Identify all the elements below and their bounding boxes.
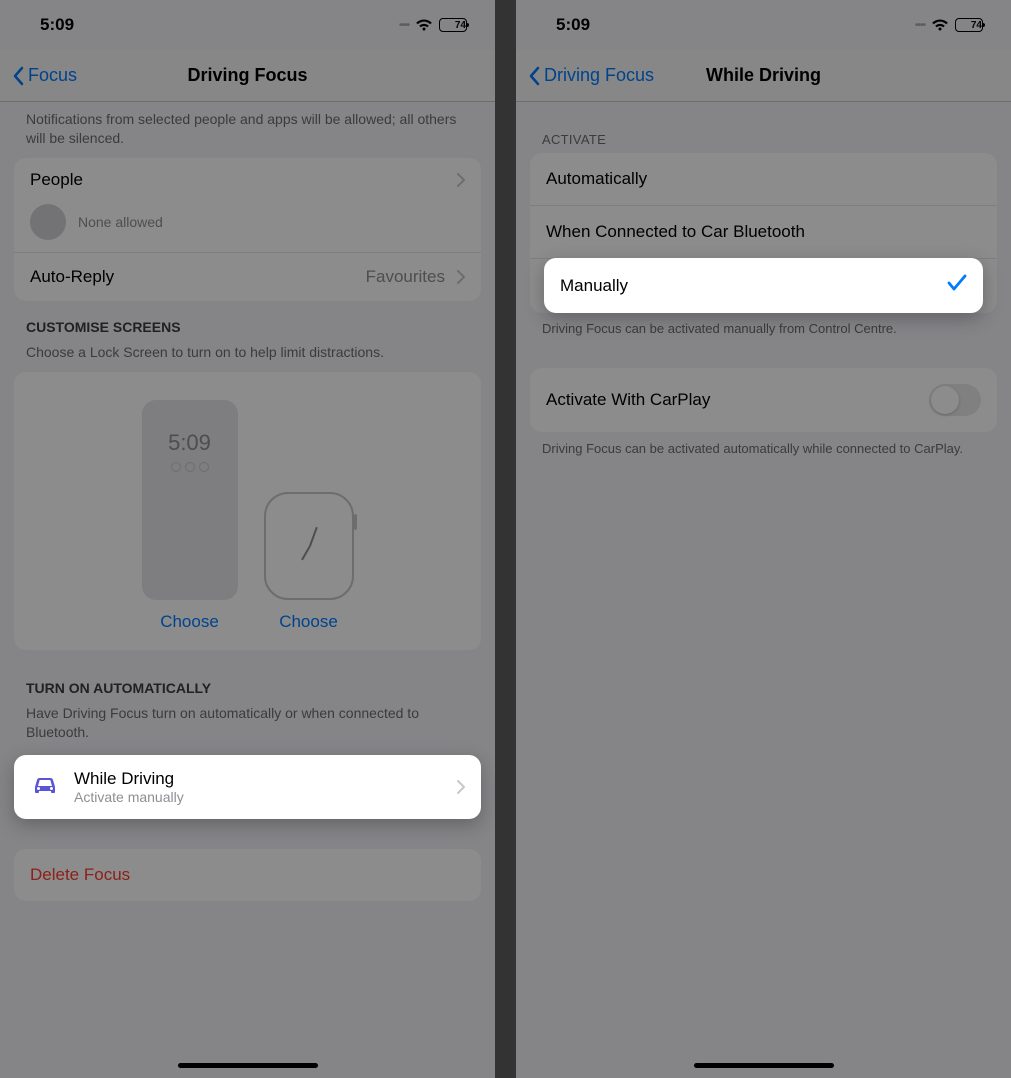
- nav-bar: Focus Driving Focus: [0, 50, 495, 102]
- option-car-bluetooth-label: When Connected to Car Bluetooth: [546, 222, 981, 242]
- activate-header: ACTIVATE: [516, 102, 1011, 153]
- nav-bar: Driving Focus While Driving: [516, 50, 1011, 102]
- wifi-icon: [931, 18, 949, 32]
- battery-icon: 74: [439, 18, 467, 32]
- carplay-label: Activate With CarPlay: [546, 390, 929, 410]
- status-time: 5:09: [556, 15, 590, 35]
- car-icon: [30, 774, 60, 801]
- customise-screens-header: CUSTOMISE SCREENS: [0, 301, 495, 341]
- customise-screens-desc: Choose a Lock Screen to turn on to help …: [0, 341, 495, 372]
- home-indicator[interactable]: [694, 1063, 834, 1068]
- chevron-right-icon: [457, 173, 465, 187]
- lock-preview-dots: [171, 462, 209, 472]
- option-car-bluetooth[interactable]: When Connected to Car Bluetooth: [530, 206, 997, 259]
- chevron-right-icon: [457, 780, 465, 794]
- option-manually[interactable]: Manually: [544, 258, 983, 313]
- page-title: While Driving: [706, 65, 821, 86]
- back-button[interactable]: Focus: [0, 65, 77, 86]
- activate-group: Automatically When Connected to Car Blue…: [530, 153, 997, 313]
- choose-lock-button[interactable]: Choose: [160, 612, 219, 632]
- status-time: 5:09: [40, 15, 74, 35]
- back-label: Driving Focus: [544, 65, 654, 86]
- chevron-left-icon: [528, 66, 540, 86]
- none-allowed-text: None allowed: [78, 214, 163, 230]
- carplay-group: Activate With CarPlay: [530, 368, 997, 432]
- watch-preview[interactable]: [264, 492, 354, 600]
- battery-icon: 74: [955, 18, 983, 32]
- while-driving-title: While Driving: [74, 769, 443, 789]
- back-button[interactable]: Driving Focus: [516, 65, 654, 86]
- activate-footer: Driving Focus can be activated manually …: [516, 312, 1011, 346]
- allowed-group: People None allowed Auto-Reply Favourite…: [14, 158, 481, 301]
- screens-group: 5:09 Choose Choose: [14, 372, 481, 650]
- page-title: Driving Focus: [187, 65, 307, 86]
- cellular-dots-icon: ••••: [399, 20, 409, 31]
- wifi-icon: [415, 18, 433, 32]
- auto-desc: Have Driving Focus turn on automatically…: [0, 702, 495, 756]
- chevron-right-icon: [457, 270, 465, 284]
- chevron-left-icon: [12, 66, 24, 86]
- option-automatically[interactable]: Automatically: [530, 153, 997, 206]
- choose-watch-button[interactable]: Choose: [279, 612, 338, 632]
- phone-right-while-driving: 5:09 •••• 74 Driving Focus While Driving…: [516, 0, 1011, 1078]
- auto-header: TURN ON AUTOMATICALLY: [0, 650, 495, 702]
- carplay-footer: Driving Focus can be activated automatic…: [516, 432, 1011, 466]
- status-bar: 5:09 •••• 74: [0, 0, 495, 50]
- auto-reply-row[interactable]: Auto-Reply Favourites: [14, 253, 481, 301]
- auto-reply-label: Auto-Reply: [30, 267, 354, 287]
- avatar-placeholder: [30, 204, 66, 240]
- cellular-dots-icon: ••••: [915, 20, 925, 31]
- option-automatically-label: Automatically: [546, 169, 981, 189]
- home-indicator[interactable]: [178, 1063, 318, 1068]
- auto-reply-value: Favourites: [366, 267, 445, 287]
- checkmark-icon: [947, 274, 967, 297]
- back-label: Focus: [28, 65, 77, 86]
- lock-preview-time: 5:09: [168, 430, 211, 456]
- lock-screen-column: 5:09 Choose: [142, 400, 238, 632]
- carplay-row[interactable]: Activate With CarPlay: [530, 368, 997, 432]
- carplay-toggle[interactable]: [929, 384, 981, 416]
- option-manually-label: Manually: [560, 276, 947, 296]
- while-driving-subtitle: Activate manually: [74, 789, 443, 805]
- watch-column: Choose: [264, 400, 354, 632]
- status-bar: 5:09 •••• 74: [516, 0, 1011, 50]
- people-label: People: [30, 170, 457, 190]
- lock-screen-preview[interactable]: 5:09: [142, 400, 238, 600]
- delete-focus-button[interactable]: Delete Focus: [14, 849, 481, 901]
- while-driving-row[interactable]: While Driving Activate manually: [14, 755, 481, 819]
- intro-text: Notifications from selected people and a…: [0, 102, 495, 158]
- people-row[interactable]: People None allowed: [14, 158, 481, 253]
- phone-left-driving-focus: 5:09 •••• 74 Focus Driving Focus Notific…: [0, 0, 495, 1078]
